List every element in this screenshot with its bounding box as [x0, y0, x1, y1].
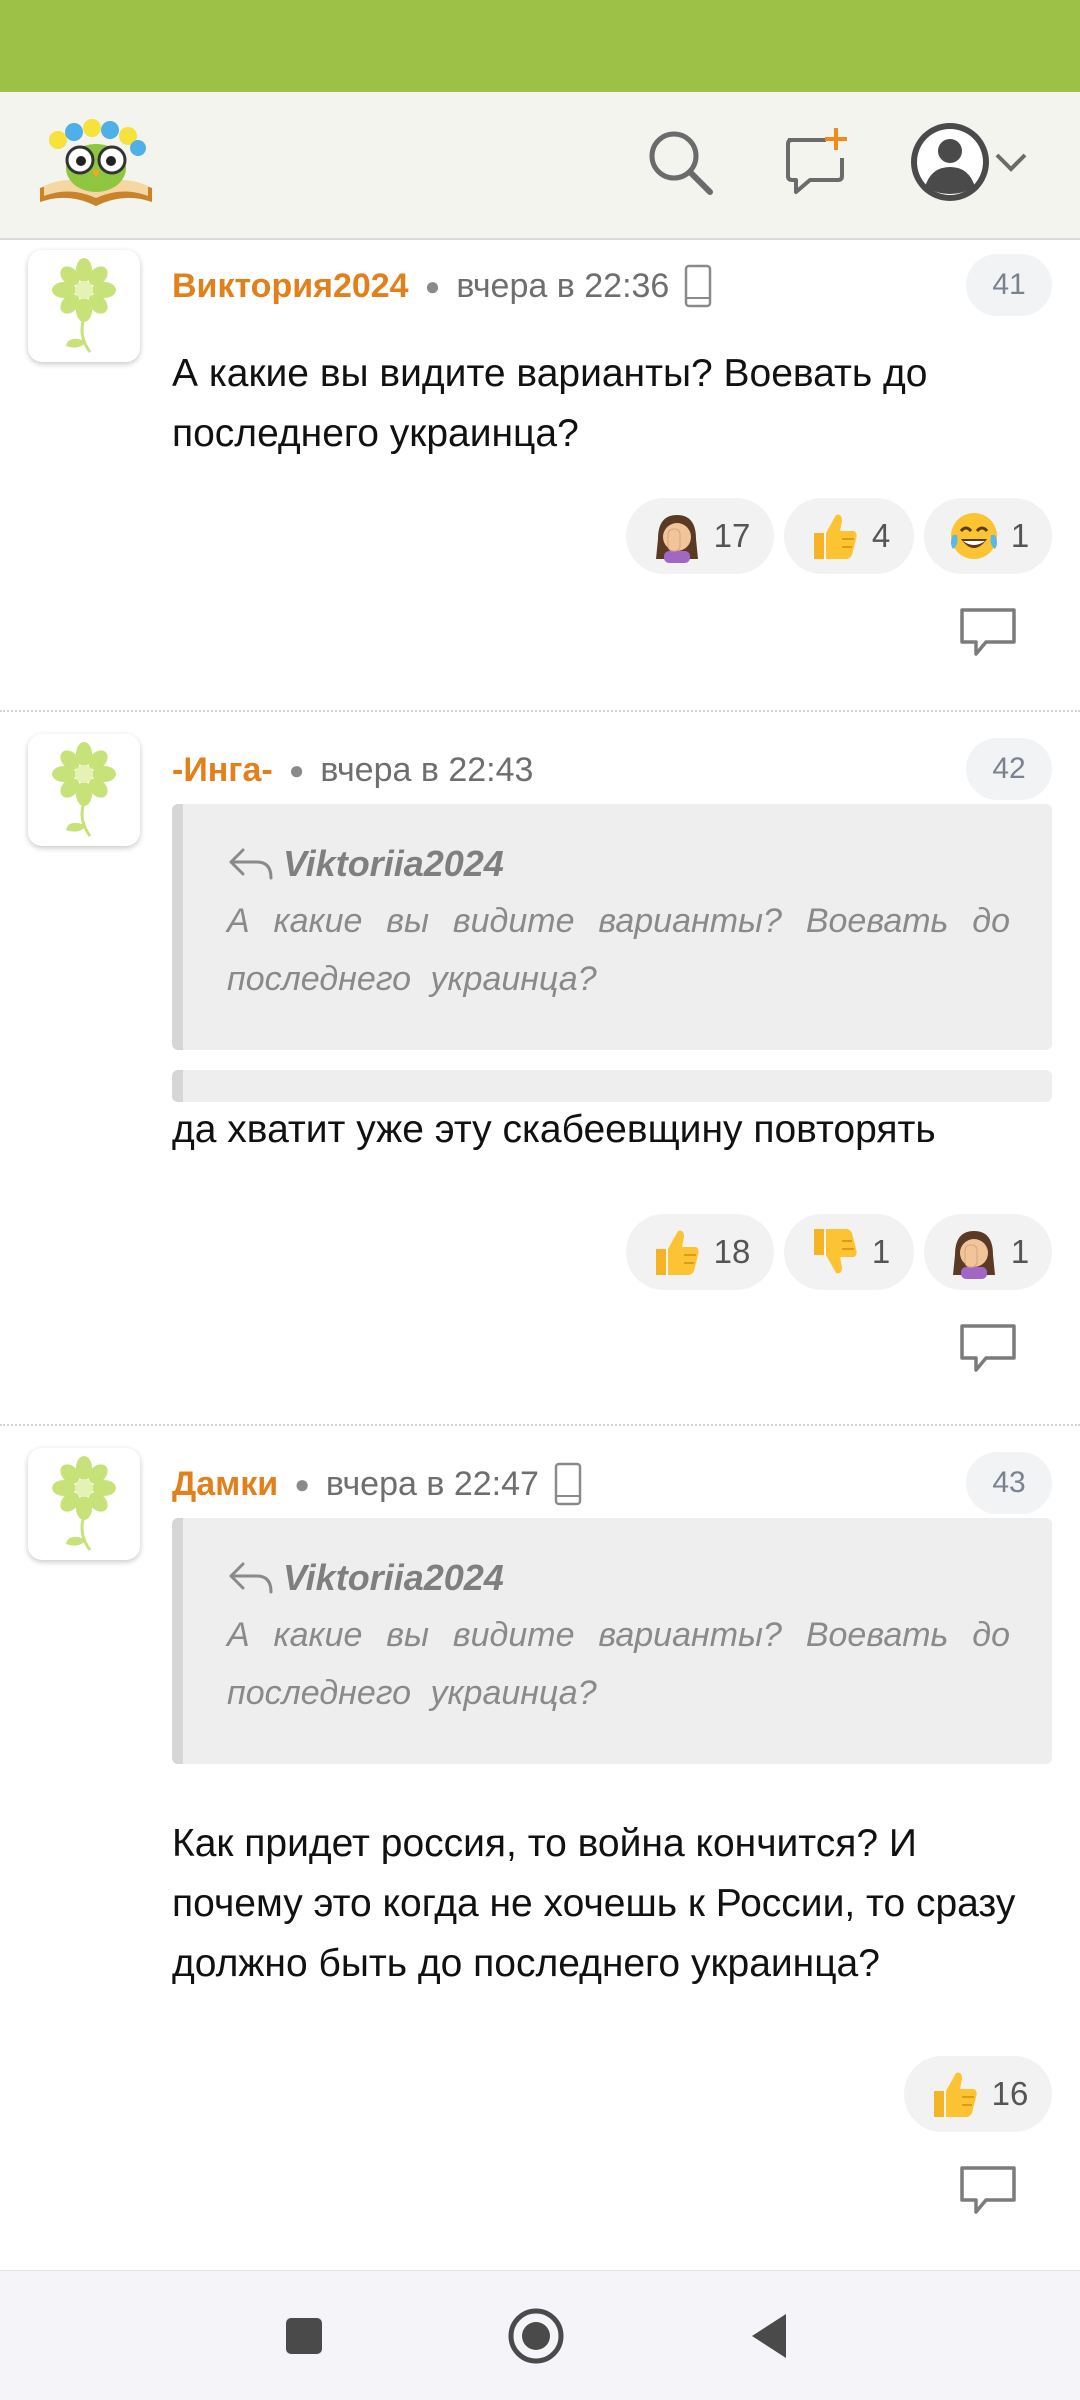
comments-feed: Виктория2024 ● вчера в 22:36 41 А какие … — [0, 240, 1080, 2270]
quote-block — [172, 1070, 1052, 1102]
avatar[interactable] — [28, 250, 140, 362]
comment-43: Дамки ● вчера в 22:47 43 Viktoriia2024 А… — [0, 1428, 1080, 2270]
reactions-bar: 18 1 1 — [626, 1214, 1052, 1290]
quote-text: А какие вы видите варианты? Воевать до п… — [227, 1616, 1010, 1712]
reply-icon[interactable] — [956, 1320, 1020, 1376]
quote-author[interactable]: Viktoriia2024 — [227, 1550, 1010, 1606]
reaction-facepalm[interactable]: 1 — [924, 1214, 1052, 1290]
comment-41: Виктория2024 ● вчера в 22:36 41 А какие … — [0, 240, 1080, 710]
status-bar — [0, 0, 1080, 92]
comment-separator — [0, 1424, 1080, 1426]
reaction-count: 1 — [1010, 1233, 1030, 1270]
comment-time: вчера в 22:47 — [325, 1464, 539, 1503]
thumbs-up-emoji-icon — [813, 514, 857, 559]
reaction-count: 16 — [991, 2075, 1029, 2112]
avatar[interactable] — [28, 734, 140, 846]
comment-meta: Дамки ● вчера в 22:47 — [172, 1454, 583, 1514]
quote-author[interactable]: Viktoriia2024 — [227, 836, 1010, 892]
author-name[interactable]: -Инга- — [172, 751, 273, 790]
phone-icon — [683, 264, 713, 308]
reaction-thumbs-up[interactable]: 16 — [904, 2056, 1052, 2132]
separator-dot: ● — [294, 1468, 310, 1499]
reaction-count: 4 — [871, 517, 891, 554]
reaction-count: 18 — [713, 1233, 751, 1270]
comment-number-badge[interactable]: 42 — [966, 738, 1052, 800]
reply-arrow-icon — [229, 1562, 273, 1594]
facepalm-emoji-icon — [952, 1231, 995, 1279]
reaction-thumbs-up[interactable]: 18 — [626, 1214, 774, 1290]
new-message-icon[interactable] — [776, 122, 856, 202]
reply-arrow-icon — [229, 848, 273, 880]
thumbs-up-emoji-icon — [655, 1230, 699, 1275]
reactions-bar: 16 — [904, 2056, 1052, 2132]
comment-time: вчера в 22:43 — [320, 750, 534, 789]
reaction-thumbs-down[interactable]: 1 — [784, 1214, 914, 1290]
comment-meta: Виктория2024 ● вчера в 22:36 — [172, 256, 713, 316]
flower-avatar-icon — [52, 258, 116, 353]
reaction-facepalm[interactable]: 17 — [626, 498, 774, 574]
avatar[interactable] — [28, 1448, 140, 1560]
comment-number-badge[interactable]: 43 — [966, 1452, 1052, 1514]
back-triangle-icon[interactable] — [735, 2301, 805, 2371]
quote-block: Viktoriia2024 А какие вы видите варианты… — [172, 1518, 1052, 1764]
thumbs-up-emoji-icon — [933, 2072, 977, 2117]
reply-icon[interactable] — [956, 604, 1020, 660]
system-navigation-bar — [0, 2270, 1080, 2400]
facepalm-emoji-icon — [655, 515, 698, 563]
reply-icon[interactable] — [956, 2162, 1020, 2218]
owl-on-book-logo[interactable] — [34, 110, 158, 210]
thumbs-down-emoji-icon — [813, 1229, 857, 1274]
phone-icon — [553, 1462, 583, 1506]
separator-dot: ● — [424, 270, 441, 301]
reaction-count: 1 — [871, 1233, 891, 1270]
quote-block: Viktoriia2024 А какие вы видите варианты… — [172, 804, 1052, 1050]
chevron-down-icon — [995, 153, 1027, 172]
separator-dot: ● — [288, 754, 305, 785]
comment-text: Как придет россия, то война кончится? И … — [172, 1822, 1016, 1985]
comment-42: -Инга- ● вчера в 22:43 42 Viktoriia2024 … — [0, 714, 1080, 1424]
flower-avatar-icon — [52, 1456, 116, 1551]
recents-square-icon[interactable] — [269, 2301, 339, 2371]
comment-separator — [0, 710, 1080, 712]
comment-text: да хватит уже эту скабеевщину повторять — [172, 1108, 936, 1151]
reactions-bar: 17 4 1 — [626, 498, 1052, 574]
quote-text: А какие вы видите варианты? Воевать до п… — [227, 902, 1010, 998]
comment-number-badge[interactable]: 41 — [966, 254, 1052, 316]
search-icon[interactable] — [640, 122, 720, 202]
comment-text: А какие вы видите варианты? Воевать до п… — [172, 352, 928, 455]
app-header — [0, 92, 1080, 240]
home-circle-icon[interactable] — [501, 2301, 571, 2371]
author-name[interactable]: Виктория2024 — [172, 267, 409, 306]
reaction-thumbs-up[interactable]: 4 — [784, 498, 914, 574]
profile-avatar-icon — [911, 123, 989, 201]
reaction-tears-of-joy[interactable]: 1 — [924, 498, 1052, 574]
reaction-count: 1 — [1010, 517, 1030, 554]
comment-time: вчера в 22:36 — [456, 266, 670, 305]
flower-avatar-icon — [52, 742, 116, 837]
author-name[interactable]: Дамки — [172, 1465, 278, 1504]
comment-meta: -Инга- ● вчера в 22:43 — [172, 740, 533, 800]
tears-of-joy-emoji-icon — [950, 513, 997, 559]
profile-menu-button[interactable] — [900, 122, 1040, 202]
reaction-count: 17 — [713, 517, 751, 554]
